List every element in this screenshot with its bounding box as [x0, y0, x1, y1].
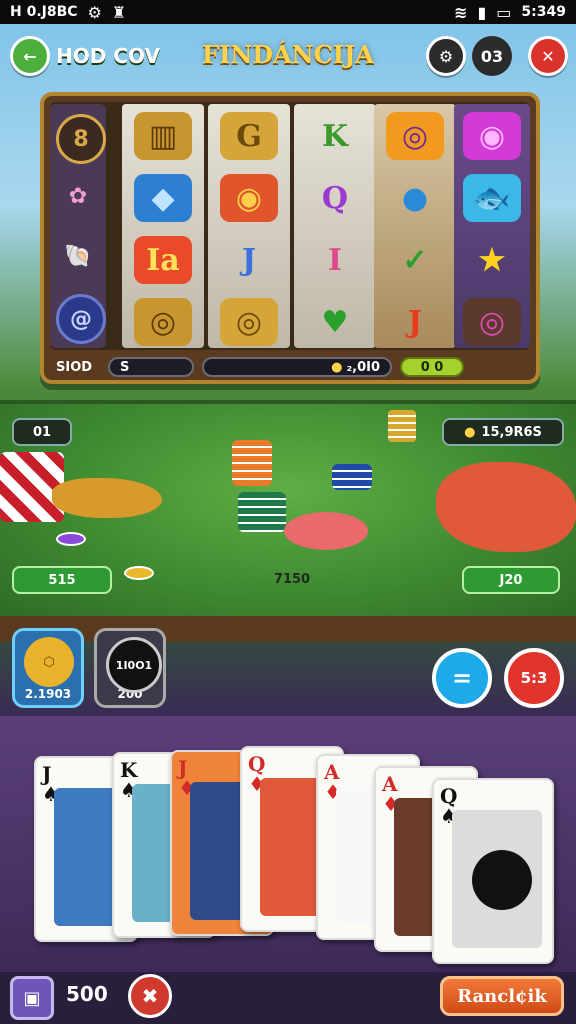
chip-stack: [388, 410, 416, 442]
coins-display: ● ₂,0I0: [202, 357, 392, 377]
reel-1: ▥ ◆ Ia ◎: [122, 104, 204, 348]
shell-icon: 🐚: [64, 243, 92, 269]
reel-symbol: ◎: [386, 112, 444, 160]
signal-icon: ▮: [477, 2, 487, 22]
bet-field[interactable]: S: [108, 357, 194, 377]
center-amount: 7150: [273, 572, 311, 587]
game-title: FINDÁNCIJA: [202, 40, 374, 69]
reel-symbol: ♥: [321, 304, 349, 340]
chip: [56, 532, 86, 546]
powerup-gold[interactable]: ⬡ 2.1903: [12, 628, 84, 708]
slot-info-bar: SIOD S ● ₂,0I0 0 0: [56, 354, 534, 380]
player-name: HOD COV: [56, 44, 160, 68]
reel-symbol: G: [220, 112, 278, 160]
coin-icon: @: [56, 294, 106, 344]
right-amount: J20: [462, 566, 560, 594]
deal-button[interactable]: 5:3: [504, 648, 564, 708]
chip-stack: [332, 464, 372, 490]
side-column: 8 ✿ 🐚 @: [50, 104, 106, 348]
status-bar: H 0.J8BC ⚙ ♜ ≋ ▮ ▭ 5:349: [0, 0, 576, 24]
close-button[interactable]: ✕: [528, 36, 568, 76]
reel-symbol: ◉: [220, 174, 278, 222]
status-text: H 0.J8BC: [10, 4, 78, 20]
pot-tag: ● 15,9R6S: [442, 418, 564, 446]
coins-value: ₂,0I0: [346, 359, 380, 375]
chip-stack: [238, 492, 286, 532]
coin-icon: ●: [331, 359, 343, 375]
notification-icon: ⚙: [87, 2, 102, 22]
reel-symbol: ✓: [402, 242, 428, 278]
tools-button[interactable]: ✖: [128, 974, 172, 1018]
balance: 500: [66, 982, 108, 1006]
powerup-gold-value: 2.1903: [24, 687, 72, 701]
reel-symbol: ★: [478, 242, 506, 278]
koi-fish: [436, 462, 576, 552]
arrow-left-icon: ←: [23, 46, 37, 66]
close-icon: ✕: [541, 46, 555, 66]
side-icon: 8: [56, 114, 106, 164]
fish-pink: [284, 512, 368, 550]
reel-symbol: ◎: [463, 298, 521, 346]
counter-badge: 03: [472, 36, 512, 76]
reel-symbol: Ia: [134, 236, 192, 284]
action-button[interactable]: Rancl¢ik: [440, 976, 564, 1016]
reel-symbol: Q: [321, 180, 349, 216]
settings-button[interactable]: ⚙: [426, 36, 466, 76]
reel-symbol: ●: [401, 180, 429, 216]
player-tag: 01: [12, 418, 72, 446]
card[interactable]: Q ♠: [432, 778, 554, 964]
gear-icon: ⚙: [438, 46, 454, 66]
coin-icon: ●: [464, 424, 476, 440]
table-rim: [0, 616, 576, 642]
reel-symbol: I: [327, 242, 343, 278]
shield-icon: ⬡: [24, 637, 74, 687]
reel-2: G ◉ J ◎: [208, 104, 290, 348]
reel-symbol: ◉: [463, 112, 521, 160]
reel-symbol: ◎: [220, 298, 278, 346]
fish-gold: [52, 478, 162, 518]
reel-5: ◉ 🐟 ★ ◎: [454, 104, 530, 348]
game-icon: ♜: [111, 2, 127, 22]
deck-button[interactable]: ▣: [10, 976, 54, 1020]
back-button[interactable]: ←: [10, 36, 50, 76]
deck-icon: ▣: [23, 987, 41, 1009]
powerup-chip[interactable]: 1I0O1 200: [94, 628, 166, 708]
flower-icon: ✿: [68, 183, 88, 209]
menu-icon: =: [451, 664, 473, 692]
reel-symbol: ◆: [134, 174, 192, 222]
reel-symbol: K: [321, 118, 349, 154]
reel-symbol: J: [407, 304, 423, 340]
reel-4: ◎ ● ✓ J: [374, 104, 456, 348]
wifi-icon: ≋: [454, 2, 468, 22]
menu-button[interactable]: =: [432, 648, 492, 708]
card-art: [452, 810, 542, 948]
reel-symbol: J: [241, 242, 257, 278]
left-amount: 515: [12, 566, 112, 594]
card-emblem: [472, 850, 532, 910]
reel-3: K Q I ♥: [294, 104, 376, 348]
pot-value: 15,9R6S: [481, 424, 542, 440]
reel-symbol: ▥: [134, 112, 192, 160]
chip-stack: [232, 440, 272, 486]
status-time: 5:349: [521, 4, 566, 20]
reel-symbol: 🐟: [463, 174, 521, 222]
bet-label: SIOD: [56, 359, 93, 375]
battery-icon: ▭: [496, 2, 512, 22]
reel-symbol: ◎: [134, 298, 192, 346]
player-tag-value: 01: [32, 424, 52, 440]
chip: [124, 566, 154, 580]
powerup-chip-title: 1I0O1: [106, 637, 162, 693]
tools-icon: ✖: [141, 984, 159, 1008]
win-display: 0 0: [400, 357, 464, 377]
